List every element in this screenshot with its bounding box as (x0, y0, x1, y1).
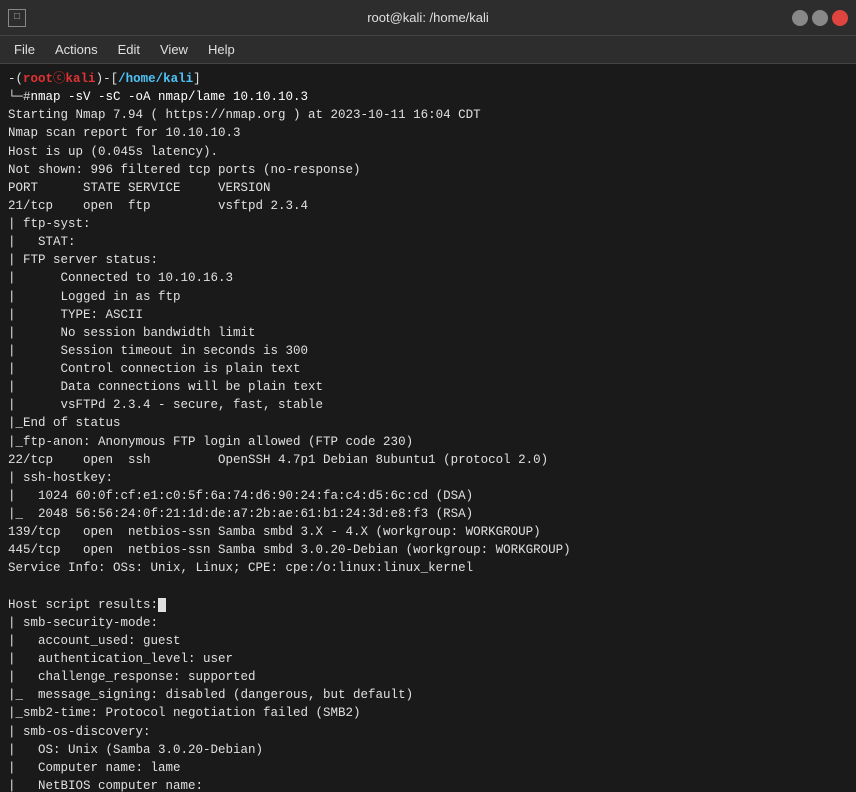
menu-view[interactable]: View (150, 38, 198, 61)
prompt-line: -(rootⓒkali)-[/home/kali] (8, 70, 848, 88)
titlebar-controls[interactable] (792, 10, 848, 26)
output-line-36: | Computer name: lame (8, 759, 848, 777)
output-line-23: |_ 2048 56:56:24:0f:21:1d:de:a7:2b:ae:61… (8, 505, 848, 523)
output-line-21: | ssh-hostkey: (8, 469, 848, 487)
command-line: └─# nmap -sV -sC -oA nmap/lame 10.10.10.… (8, 88, 848, 106)
output-line-6: 21/tcp open ftp vsftpd 2.3.4 (8, 197, 848, 215)
menu-actions[interactable]: Actions (45, 38, 108, 61)
prompt-host: kali (66, 70, 96, 88)
output-line-33: |_smb2-time: Protocol negotiation failed… (8, 704, 848, 722)
output-line-20: 22/tcp open ssh OpenSSH 4.7p1 Debian 8ub… (8, 451, 848, 469)
output-line-13: | No session bandwidth limit (8, 324, 848, 342)
prompt-path-bracket: ] (193, 70, 201, 88)
output-line-9: | FTP server status: (8, 251, 848, 269)
output-line-7: | ftp-syst: (8, 215, 848, 233)
prompt-user: root (23, 70, 53, 88)
window-icon: □ (8, 9, 26, 27)
prompt-bracket-close: )-[ (96, 70, 119, 88)
output-line-30: | authentication_level: user (8, 650, 848, 668)
prompt-hash: └─# (8, 88, 31, 106)
output-line-10: | Connected to 10.10.16.3 (8, 269, 848, 287)
maximize-button[interactable] (812, 10, 828, 26)
output-line-27: Host script results: (8, 596, 848, 614)
output-line-16: | Data connections will be plain text (8, 378, 848, 396)
output-line-12: | TYPE: ASCII (8, 306, 848, 324)
titlebar-title: root@kali: /home/kali (367, 10, 489, 25)
output-line-8: | STAT: (8, 233, 848, 251)
command-text: nmap -sV -sC -oA nmap/lame 10.10.10.3 (31, 88, 309, 106)
output-line-5: PORT STATE SERVICE VERSION (8, 179, 848, 197)
cursor (158, 598, 166, 612)
output-line-31: | challenge_response: supported (8, 668, 848, 686)
prompt-at: ⓒ (53, 70, 66, 88)
close-button[interactable] (832, 10, 848, 26)
menu-help[interactable]: Help (198, 38, 245, 61)
menu-file[interactable]: File (4, 38, 45, 61)
output-line-24: 139/tcp open netbios-ssn Samba smbd 3.X … (8, 523, 848, 541)
output-line-18: |_End of status (8, 414, 848, 432)
menubar: File Actions Edit View Help (0, 36, 856, 64)
output-line-26: Service Info: OSs: Unix, Linux; CPE: cpe… (8, 559, 848, 577)
titlebar: □ root@kali: /home/kali (0, 0, 856, 36)
output-line-35: | OS: Unix (Samba 3.0.20-Debian) (8, 741, 848, 759)
output-line-25: 445/tcp open netbios-ssn Samba smbd 3.0.… (8, 541, 848, 559)
output-line-15: | Control connection is plain text (8, 360, 848, 378)
output-line-3: Host is up (0.045s latency). (8, 143, 848, 161)
menu-edit[interactable]: Edit (108, 38, 150, 61)
output-line-29: | account_used: guest (8, 632, 848, 650)
output-line-28: | smb-security-mode: (8, 614, 848, 632)
output-line-14: | Session timeout in seconds is 300 (8, 342, 848, 360)
output-line-2: Nmap scan report for 10.10.10.3 (8, 124, 848, 142)
prompt-path: /home/kali (118, 70, 193, 88)
titlebar-left: □ (8, 9, 26, 27)
prompt-bracket-open: -( (8, 70, 23, 88)
output-line-34: | smb-os-discovery: (8, 723, 848, 741)
terminal[interactable]: -(rootⓒkali)-[/home/kali] └─# nmap -sV -… (0, 64, 856, 792)
output-line-32: |_ message_signing: disabled (dangerous,… (8, 686, 848, 704)
output-line-37: | NetBIOS computer name: (8, 777, 848, 792)
minimize-button[interactable] (792, 10, 808, 26)
output-line-19: |_ftp-anon: Anonymous FTP login allowed … (8, 433, 848, 451)
output-line-1: Starting Nmap 7.94 ( https://nmap.org ) … (8, 106, 848, 124)
output-line-11: | Logged in as ftp (8, 288, 848, 306)
output-line-blank (8, 578, 848, 596)
output-line-17: | vsFTPd 2.3.4 - secure, fast, stable (8, 396, 848, 414)
output-line-4: Not shown: 996 filtered tcp ports (no-re… (8, 161, 848, 179)
output-line-22: | 1024 60:0f:cf:e1:c0:5f:6a:74:d6:90:24:… (8, 487, 848, 505)
